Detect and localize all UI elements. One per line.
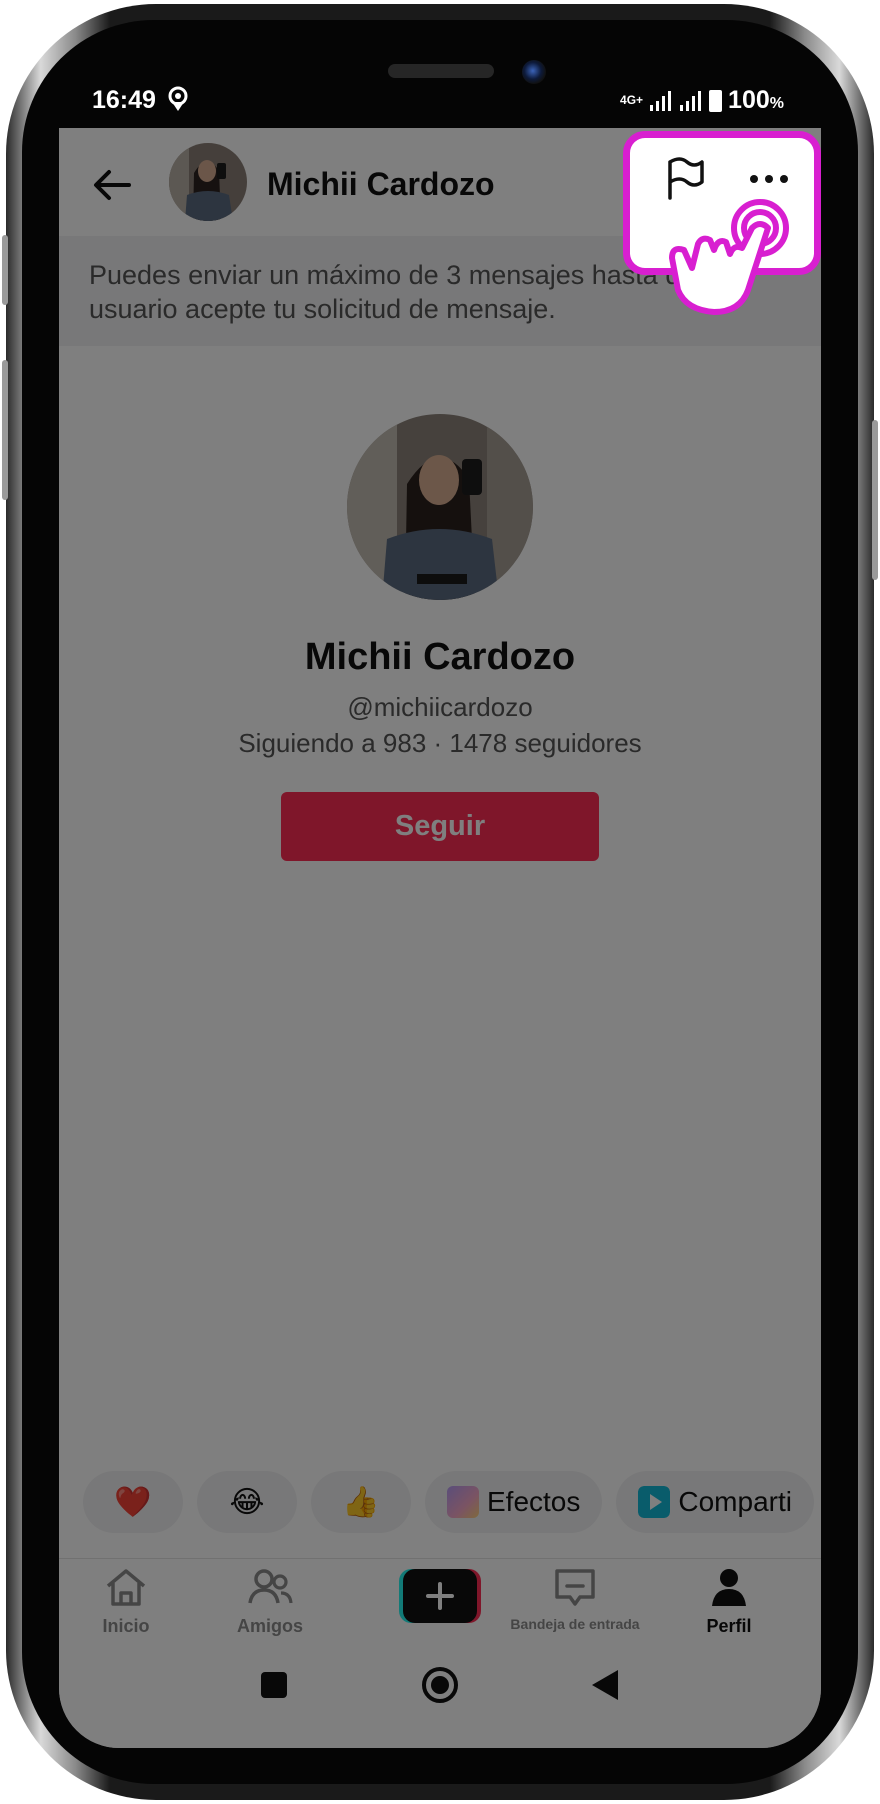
nav-friends[interactable]: Amigos [195,1567,345,1637]
share-play-icon [638,1486,671,1518]
status-indicators: 4G+ 100% [620,86,784,115]
nav-inbox-label: Bandeja de entrada [510,1616,640,1632]
signal-icon [650,90,672,111]
back-triangle-icon[interactable] [589,1668,621,1702]
inbox-icon [555,1569,595,1606]
profile-icon [712,1569,746,1606]
share-label: Comparti [678,1486,792,1517]
bottom-nav: Inicio Amigos Bandeja de entrada Perfil [59,1558,821,1658]
thumbs-up-emoji-button[interactable]: 👍 [311,1471,411,1533]
side-button [872,420,878,580]
pointing-hand-icon [669,199,789,315]
more-horizontal-icon[interactable] [746,156,792,202]
app-screen: Michii Cardozo Puedes enviar un máximo d… [59,128,821,1748]
share-button[interactable]: Comparti [616,1471,814,1533]
create-video-button[interactable] [399,1569,481,1623]
follow-button[interactable]: Seguir [281,792,599,861]
location-icon [168,86,188,111]
battery-icon [709,89,723,112]
network-type: 4G+ [620,93,644,107]
battery-unit: % [769,95,784,112]
front-camera [522,60,546,84]
avatar-image [169,143,247,221]
earpiece-speaker [388,64,494,78]
home-circle-icon[interactable] [420,1665,460,1705]
friends-icon [248,1569,293,1604]
nav-home[interactable]: Inicio [59,1567,201,1637]
effects-icon [447,1486,479,1518]
header-avatar[interactable] [169,143,247,221]
arrow-left-icon[interactable] [89,162,135,208]
header-username: Michii Cardozo [267,166,495,202]
profile-avatar[interactable] [347,414,533,600]
flag-icon[interactable] [662,156,708,202]
android-nav-bar [59,1665,821,1728]
nav-profile[interactable]: Perfil [654,1567,804,1637]
profile-stats: Siguiendo a 983 · 1478 seguidores [238,728,642,758]
nav-friends-label: Amigos [236,1616,303,1636]
effects-label: Efectos [487,1486,581,1517]
nav-inbox[interactable]: Bandeja de entrada [500,1567,650,1632]
power-button [2,235,8,305]
status-time: 16:49 [92,86,191,115]
battery-level: 100 [728,86,770,114]
nav-profile-label: Perfil [706,1616,752,1636]
volume-button [2,360,8,500]
profile-name: Michii Cardozo [304,636,576,678]
effects-button[interactable]: Efectos [425,1471,603,1533]
profile-handle: @michiicardozo [347,692,533,722]
nav-home-label: Inicio [102,1616,150,1636]
profile-avatar-image [347,414,533,600]
quick-actions-bar: ❤️ 😂 👍 Efectos Comparti [83,1471,814,1533]
home-icon [106,1569,146,1606]
laugh-emoji-button[interactable]: 😂 [197,1471,297,1533]
heart-emoji-button[interactable]: ❤️ [83,1471,183,1533]
recent-apps-icon[interactable] [259,1670,289,1700]
signal-icon-2 [680,90,702,111]
